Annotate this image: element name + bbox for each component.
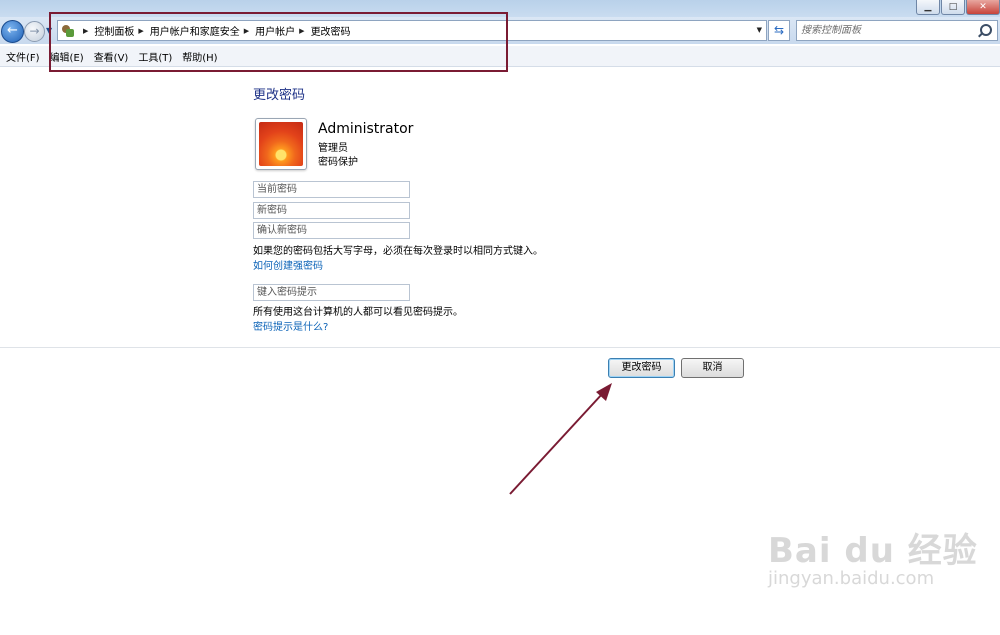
watermark-logo: Bai du 经验 <box>768 531 978 571</box>
baidu-watermark: Bai du 经验 jingyan.baidu.com <box>768 523 978 589</box>
